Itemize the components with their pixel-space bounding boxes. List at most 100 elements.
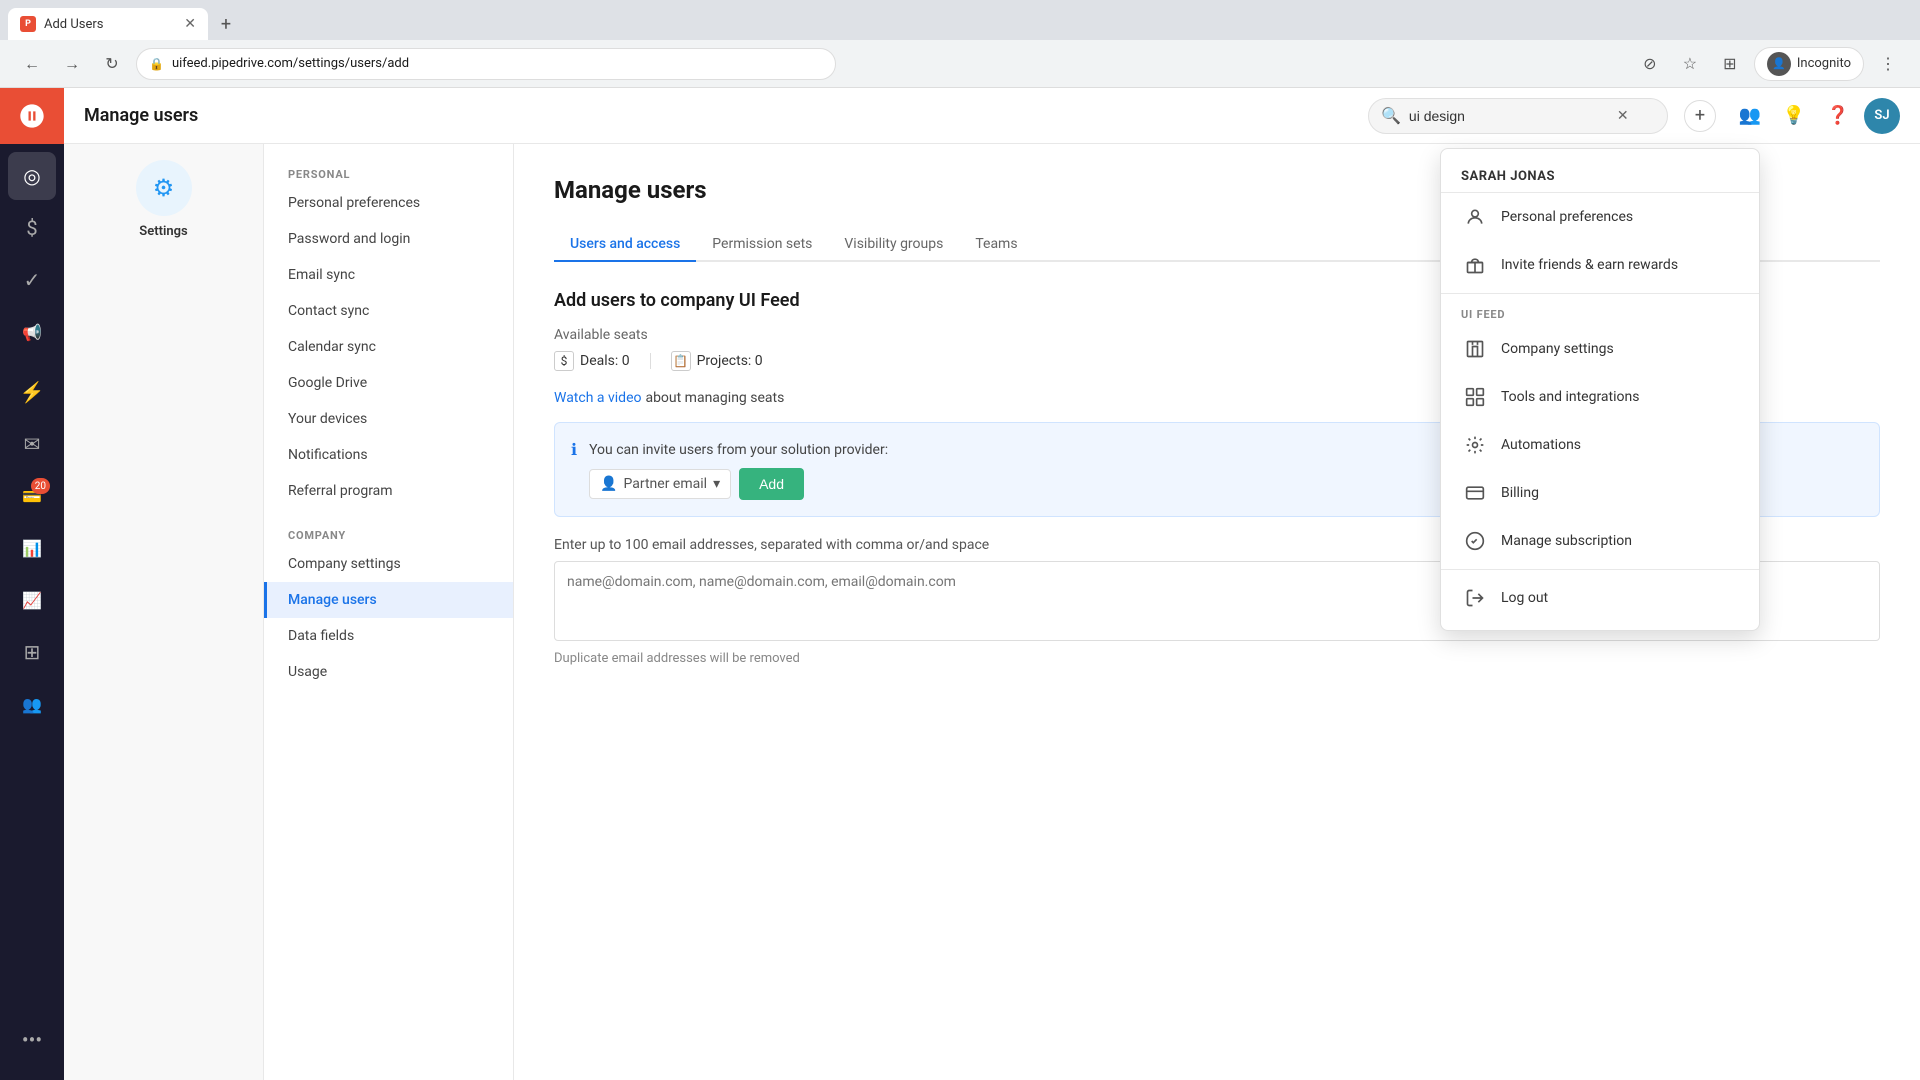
person-icon: 👤	[600, 476, 617, 492]
nav-item-data-fields[interactable]: Data fields	[264, 618, 513, 654]
menu-item-company-settings[interactable]: Company settings	[1441, 325, 1759, 373]
nav-item-usage[interactable]: Usage	[264, 654, 513, 690]
extension-icon[interactable]: ⊞	[1714, 48, 1746, 80]
menu-item-automations[interactable]: Automations	[1441, 421, 1759, 469]
nav-item-google-drive[interactable]: Google Drive	[264, 365, 513, 401]
nav-item-contact-sync[interactable]: Contact sync	[264, 293, 513, 329]
user-avatar[interactable]: SJ	[1864, 98, 1900, 134]
tab-users-access[interactable]: Users and access	[554, 228, 696, 262]
nav-item-referral[interactable]: Referral program	[264, 473, 513, 509]
search-input[interactable]	[1409, 108, 1609, 124]
tab-permission-sets[interactable]: Permission sets	[696, 228, 828, 262]
campaigns-icon: 📢	[22, 323, 42, 342]
settings-sidebar: ⚙ Settings	[64, 144, 264, 1080]
left-nav: PERSONAL Personal preferences Password a…	[264, 144, 514, 1080]
menu-item-tools-integrations[interactable]: Tools and integrations	[1441, 373, 1759, 421]
sidebar-item-deals[interactable]: $	[8, 204, 56, 252]
watch-video-suffix: about managing seats	[645, 390, 784, 406]
lightbulb-icon[interactable]: 💡	[1776, 98, 1812, 134]
menu-icon[interactable]: ⋮	[1872, 48, 1904, 80]
nav-item-manage-users[interactable]: Manage users	[264, 582, 513, 618]
forward-button[interactable]: →	[56, 48, 88, 80]
sidebar-item-billing[interactable]: 💳 20	[8, 472, 56, 520]
top-header: Manage users 🔍 ✕ + 👥 💡 ❓ SJ	[64, 88, 1920, 144]
menu-tools-integrations-label: Tools and integrations	[1501, 389, 1639, 405]
new-tab-button[interactable]: +	[212, 10, 240, 38]
users-icon[interactable]: 👥	[1732, 98, 1768, 134]
sidebar-item-integrations[interactable]: ⊞	[8, 628, 56, 676]
divider-line	[650, 353, 651, 369]
watch-video-link[interactable]: Watch a video	[554, 390, 641, 406]
settings-gear-circle[interactable]: ⚙	[136, 160, 192, 216]
add-partner-button[interactable]: Add	[739, 468, 804, 500]
help-icon[interactable]: ❓	[1820, 98, 1856, 134]
menu-divider-1	[1441, 293, 1759, 294]
nav-item-personal-prefs[interactable]: Personal preferences	[264, 185, 513, 221]
analytics-icon: 📈	[22, 591, 42, 610]
billing-menu-icon	[1461, 479, 1489, 507]
menu-item-manage-subscription[interactable]: Manage subscription	[1441, 517, 1759, 565]
sidebar-item-teams[interactable]: 👥	[8, 680, 56, 728]
sidebar-item-goals[interactable]: ✓	[8, 256, 56, 304]
menu-item-billing[interactable]: Billing	[1441, 469, 1759, 517]
search-icon: 🔍	[1381, 106, 1401, 125]
settings-label: Settings	[139, 224, 187, 239]
user-menu-header: SARAH JONAS	[1441, 157, 1759, 193]
menu-item-logout[interactable]: Log out	[1441, 574, 1759, 622]
partner-dropdown[interactable]: 👤 Partner email ▾	[589, 469, 731, 499]
projects-seat-icon: 📋	[671, 351, 691, 371]
incognito-button[interactable]: 👤 Incognito	[1754, 47, 1864, 81]
url-text: uifeed.pipedrive.com/settings/users/add	[172, 56, 823, 71]
nav-item-email-sync[interactable]: Email sync	[264, 257, 513, 293]
reports-icon: 📊	[22, 539, 42, 558]
screenshare-icon[interactable]: ⊘	[1634, 48, 1666, 80]
tab-teams[interactable]: Teams	[959, 228, 1033, 262]
left-sidebar: ◎ $ ✓ 📢 ⚡ ✉ 💳 20 📊	[0, 88, 64, 1080]
menu-divider-2	[1441, 569, 1759, 570]
nav-item-notifications[interactable]: Notifications	[264, 437, 513, 473]
tab-visibility-groups[interactable]: Visibility groups	[828, 228, 959, 262]
back-button[interactable]: ←	[16, 48, 48, 80]
subscription-icon	[1461, 527, 1489, 555]
sidebar-item-more[interactable]: •••	[8, 1016, 56, 1064]
invite-info-text: You can invite users from your solution …	[589, 442, 888, 458]
menu-item-invite-friends[interactable]: Invite friends & earn rewards	[1441, 241, 1759, 289]
tools-icon	[1461, 383, 1489, 411]
invite-info-content: You can invite users from your solution …	[589, 439, 888, 500]
browser-tab-active[interactable]: P Add Users ✕	[8, 8, 208, 40]
refresh-button[interactable]: ↻	[96, 48, 128, 80]
bookmark-icon[interactable]: ☆	[1674, 48, 1706, 80]
nav-item-your-devices[interactable]: Your devices	[264, 401, 513, 437]
sidebar-bottom: •••	[8, 1016, 56, 1080]
header-right: 👥 💡 ❓ SJ	[1732, 98, 1900, 134]
nav-item-company-settings[interactable]: Company settings	[264, 546, 513, 582]
user-menu-popup: SARAH JONAS Personal preferences Invite …	[1440, 148, 1760, 631]
sidebar-item-campaigns[interactable]: 📢	[8, 308, 56, 356]
automations-icon: ⚡	[20, 380, 45, 404]
integrations-icon: ⊞	[24, 640, 41, 664]
deals-seat-icon: $	[554, 351, 574, 371]
add-button[interactable]: +	[1684, 100, 1716, 132]
tab-close-icon[interactable]: ✕	[184, 16, 196, 32]
incognito-avatar: 👤	[1767, 52, 1791, 76]
nav-item-password[interactable]: Password and login	[264, 221, 513, 257]
sidebar-item-inbox[interactable]: ✉	[8, 420, 56, 468]
search-clear-icon[interactable]: ✕	[1617, 108, 1629, 124]
partner-input-row: 👤 Partner email ▾ Add	[589, 468, 888, 500]
activity-icon: ◎	[23, 164, 40, 188]
search-bar[interactable]: 🔍 ✕	[1368, 98, 1668, 134]
sidebar-item-analytics[interactable]: 📈	[8, 576, 56, 624]
header-page-title: Manage users	[84, 105, 1352, 126]
toolbar-right: ⊘ ☆ ⊞ 👤 Incognito ⋮	[1634, 47, 1904, 81]
sidebar-item-activity[interactable]: ◎	[8, 152, 56, 200]
address-bar[interactable]: 🔒 uifeed.pipedrive.com/settings/users/ad…	[136, 48, 836, 80]
browser-tabs: P Add Users ✕ +	[0, 0, 1920, 40]
billing-badge: 20	[31, 478, 50, 494]
automation-icon	[1461, 431, 1489, 459]
app-logo[interactable]	[0, 88, 64, 144]
sidebar-item-reports[interactable]: 📊	[8, 524, 56, 572]
sidebar-item-automations[interactable]: ⚡	[8, 368, 56, 416]
nav-item-calendar-sync[interactable]: Calendar sync	[264, 329, 513, 365]
company-section-label: COMPANY	[264, 521, 513, 546]
menu-item-personal-prefs[interactable]: Personal preferences	[1441, 193, 1759, 241]
